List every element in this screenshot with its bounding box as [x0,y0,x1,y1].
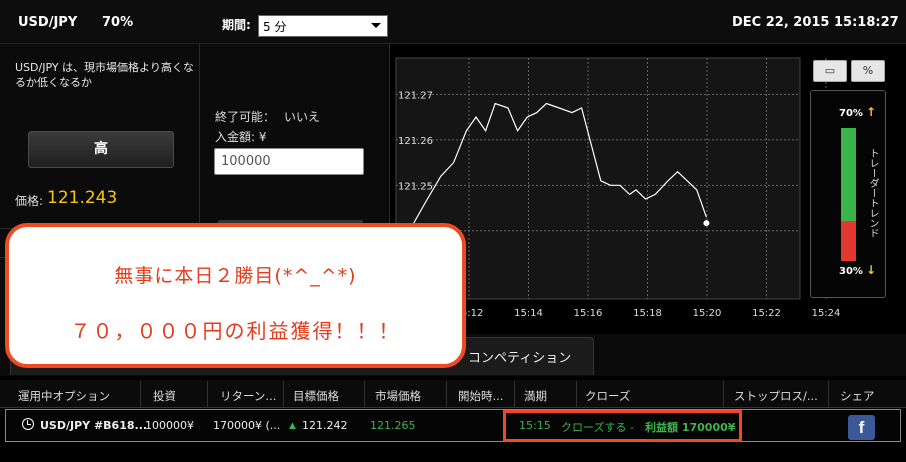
price-label: 価格: [15,194,44,208]
trend-down-bar [841,221,856,261]
col-share: シェア [840,389,875,403]
x-tick-label: 15:14 [514,308,543,319]
tab-competition[interactable]: コンペティション [468,347,571,366]
facebook-share-icon[interactable]: f [848,415,875,440]
col-divider [364,381,365,407]
bottom-strip [0,442,906,462]
x-tick-label: 15:16 [574,308,603,319]
price-value: 121.243 [47,188,118,208]
x-tick-label: 15:24 [812,308,841,319]
trend-label: トレーダートレンド [867,148,878,238]
asset-pair: USD/JPY [18,15,78,30]
row-option: USD/JPY #B618... [40,419,148,432]
server-datetime: DEC 22, 2015 15:18:27 [732,15,899,30]
triangle-up-icon: ▲ [289,421,296,431]
arrow-down-icon: ↓ [866,263,877,277]
x-tick-label: 15:18 [633,308,662,319]
payout-percent: 70% [102,15,134,30]
chevron-down-icon [371,23,381,28]
col-return: リターン... [220,389,277,403]
row-target: 121.242 [302,419,348,432]
col-divider [723,381,724,407]
callout-line-1: 無事に本日２勝目(*^_^*) [114,265,357,287]
col-divider [140,381,141,407]
col-investment: 投資 [153,389,176,403]
col-divider [828,381,829,407]
chart-type-icon[interactable]: ▭ [813,60,847,82]
trend-down-percent: 30% [839,266,863,277]
deposit-label: 入金額: ¥ [215,130,267,144]
trend-up-bar [841,128,856,221]
row-return: 170000¥ (... [213,419,281,432]
annotation-callout: 無事に本日２勝目(*^_^*) ７０，０００円の利益獲得！！！ [5,223,466,368]
y-tick-label: 121.25 [398,181,433,192]
col-market: 市場価格 [375,389,421,403]
col-active-option: 運用中オプション [18,389,110,403]
high-button[interactable]: 高 [28,131,174,168]
arrow-up-icon: ↑ [866,105,877,119]
col-stoploss: ストップロス/... [734,389,818,403]
period-label: 期間: [222,18,251,32]
col-start: 開始時... [458,389,504,403]
trend-up-percent: 70% [839,108,863,119]
col-divider [283,381,284,407]
x-tick-label: 15:22 [752,308,781,319]
period-select[interactable]: 5 分 [258,15,388,37]
col-divider [576,381,577,407]
amount-input[interactable]: 100000 [214,148,364,175]
period-value: 5 分 [263,20,287,34]
highlight-box [503,410,742,442]
col-divider [514,381,515,407]
col-divider [446,381,447,407]
current-price-dot [703,220,710,227]
x-tick-label: 15:20 [693,308,722,319]
col-expiry: 満期 [524,389,547,403]
y-tick-label: 121.27 [398,90,433,101]
callout-line-2: ７０，０００円の利益獲得！！！ [70,319,401,343]
y-tick-label: 121.26 [398,136,433,147]
asset-description: USD/JPY は、現市場価格より高くなるか低くなるか [15,61,194,89]
col-target: 目標価格 [293,389,339,403]
col-divider [207,381,208,407]
row-market: 121.265 [370,419,416,432]
percent-icon[interactable]: % [851,60,885,82]
tab-divider [593,340,594,373]
row-investment: 100000¥ [145,419,194,432]
col-close: クローズ [585,389,631,403]
exercisable-label: 終了可能： [215,110,276,124]
exercisable-value: いいえ [284,110,321,124]
clock-icon [22,418,34,430]
